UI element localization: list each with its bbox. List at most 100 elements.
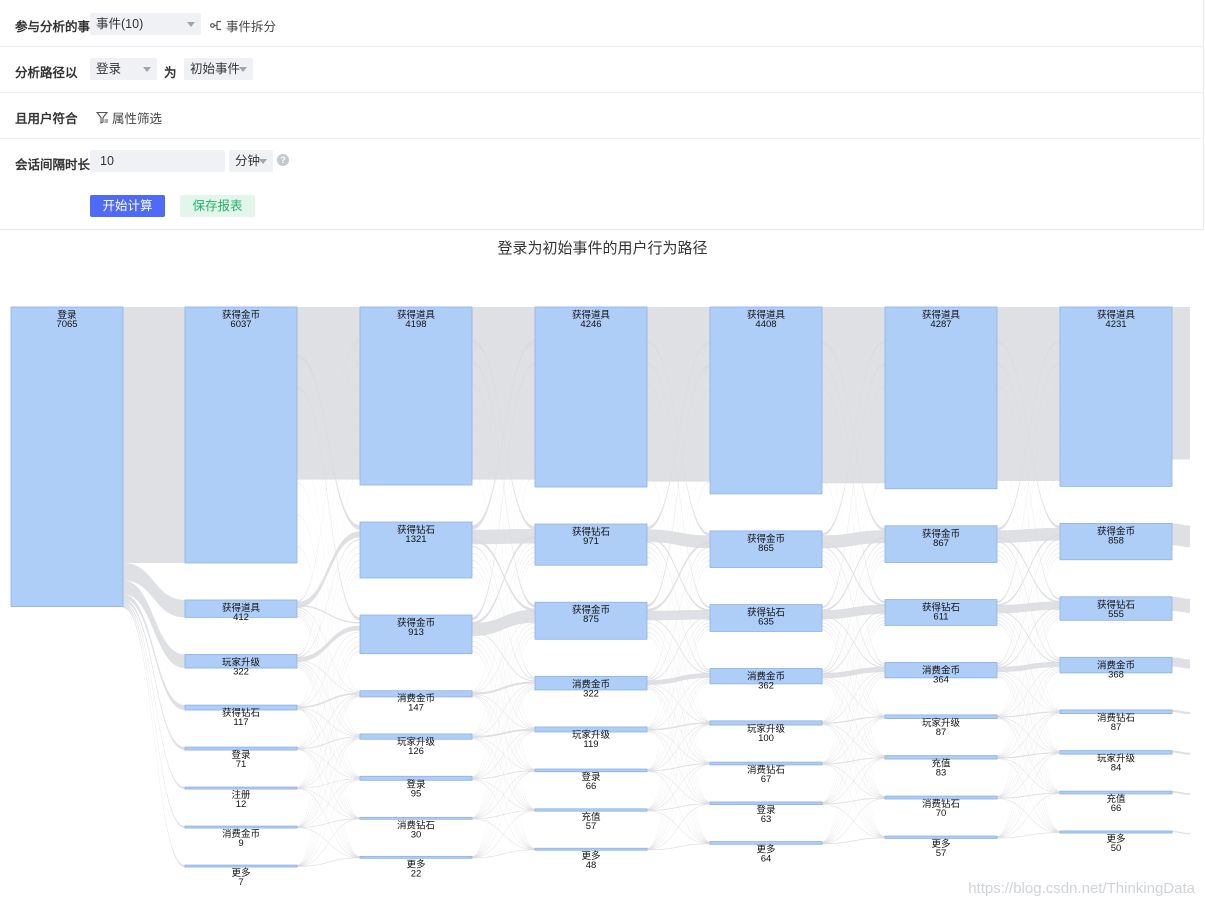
sankey-link[interactable] (472, 609, 535, 637)
sankey-link[interactable] (1172, 307, 1190, 460)
sankey-link[interactable] (297, 736, 360, 750)
sankey-link[interactable] (472, 551, 535, 778)
sankey-link[interactable] (1172, 657, 1190, 669)
sankey-link[interactable] (997, 452, 1060, 797)
sankey-node[interactable]: 玩家升级84 (1059, 750, 1173, 774)
sankey-link[interactable] (997, 612, 1060, 758)
sankey-link[interactable] (822, 758, 885, 844)
sankey-node[interactable]: 获得道具4231 (1059, 306, 1173, 487)
sankey-node[interactable]: 登录7065 (10, 306, 124, 607)
sankey-link[interactable] (997, 610, 1060, 664)
sankey-link[interactable] (297, 645, 360, 828)
sankey-node[interactable]: 获得金币867 (884, 525, 998, 563)
sankey-node[interactable]: 充值66 (1059, 790, 1173, 814)
sankey-link[interactable] (472, 681, 535, 695)
start-calculation-button[interactable]: 开始计算 (90, 195, 165, 217)
sankey-node[interactable]: 登录71 (184, 746, 298, 770)
sankey-node[interactable]: 获得钻石1321 (359, 521, 473, 579)
sankey-link[interactable] (997, 753, 1060, 838)
sankey-node[interactable]: 获得道具4287 (884, 306, 998, 490)
sankey-link[interactable] (997, 669, 1060, 798)
sankey-link[interactable] (822, 550, 885, 764)
sankey-link[interactable] (297, 553, 360, 749)
sankey-link[interactable] (997, 454, 1060, 792)
sankey-node[interactable]: 充值57 (534, 808, 648, 832)
sankey-link[interactable] (472, 693, 535, 730)
sankey-node[interactable]: 消费金币147 (359, 690, 473, 714)
sankey-node[interactable]: 消费钻石30 (359, 816, 473, 840)
sankey-node[interactable]: 更多22 (359, 855, 473, 879)
sankey-node[interactable]: 更多57 (884, 835, 998, 859)
sankey-link[interactable] (472, 688, 535, 858)
path-type-select[interactable]: 初始事件 (184, 58, 253, 80)
sankey-node[interactable]: 充值83 (884, 755, 998, 779)
sankey-link[interactable] (997, 615, 1060, 798)
sankey-link[interactable] (297, 451, 360, 827)
sankey-link[interactable] (647, 458, 710, 810)
sankey-link[interactable] (822, 551, 885, 717)
sankey-link[interactable] (472, 810, 535, 859)
sankey-link[interactable] (1172, 523, 1190, 548)
sankey-link[interactable] (647, 555, 710, 771)
sankey-node[interactable]: 获得道具4246 (534, 306, 648, 488)
sankey-node[interactable]: 获得钻石555 (1059, 596, 1173, 621)
sankey-link[interactable] (997, 606, 1060, 669)
sankey-node[interactable]: 登录95 (359, 775, 473, 799)
sankey-link[interactable] (472, 627, 535, 778)
sankey-node[interactable]: 更多48 (534, 847, 648, 871)
sankey-node[interactable]: 获得道具412 (184, 599, 298, 623)
sankey-node[interactable]: 玩家升级322 (184, 654, 298, 677)
sankey-link[interactable] (647, 622, 710, 771)
sankey-link[interactable] (647, 562, 710, 843)
sankey-link[interactable] (297, 531, 360, 609)
sankey-node[interactable]: 玩家升级87 (884, 714, 998, 738)
sankey-link[interactable] (997, 671, 1060, 838)
sankey-link[interactable] (822, 717, 885, 844)
sankey-node[interactable]: 玩家升级126 (359, 733, 473, 757)
sankey-node[interactable]: 获得道具4408 (709, 306, 823, 495)
sankey-link[interactable] (822, 307, 885, 484)
sankey-node[interactable]: 注册12 (184, 786, 298, 810)
sankey-link[interactable] (472, 849, 535, 859)
sankey-link[interactable] (123, 307, 185, 563)
sankey-link[interactable] (472, 307, 535, 480)
sankey-node[interactable]: 更多7 (184, 864, 298, 888)
sankey-link[interactable] (822, 620, 885, 804)
sankey-node[interactable]: 获得钻石117 (184, 704, 298, 728)
sankey-link[interactable] (997, 712, 1060, 799)
sankey-link[interactable] (1172, 596, 1190, 613)
sankey-link[interactable] (472, 738, 535, 850)
sankey-node[interactable]: 消费金币322 (534, 675, 648, 699)
sankey-link[interactable] (997, 534, 1060, 607)
sankey-node[interactable]: 获得钻石635 (709, 604, 823, 632)
sankey-node[interactable]: 更多50 (1059, 830, 1173, 854)
sankey-node[interactable]: 消费金币362 (709, 668, 823, 691)
sankey-link[interactable] (822, 616, 885, 764)
sankey-link[interactable] (472, 650, 535, 850)
sankey-link[interactable] (647, 622, 710, 723)
attribute-filter-link[interactable]: 属性筛选 (96, 108, 162, 127)
sankey-link[interactable] (997, 550, 1060, 752)
sankey-link[interactable] (647, 307, 710, 482)
sankey-link[interactable] (297, 560, 360, 788)
sankey-link[interactable] (123, 604, 185, 829)
sankey-link[interactable] (297, 473, 360, 866)
sankey-link[interactable] (647, 680, 710, 811)
sankey-link[interactable] (822, 610, 885, 675)
sankey-link[interactable] (297, 650, 360, 867)
sankey-link[interactable] (822, 674, 885, 804)
sankey-link[interactable] (647, 629, 710, 850)
sankey-link[interactable] (997, 547, 1060, 757)
sankey-node[interactable]: 玩家升级100 (709, 720, 823, 744)
sankey-link[interactable] (472, 728, 535, 738)
sankey-link[interactable] (822, 546, 885, 723)
sankey-link[interactable] (822, 454, 885, 803)
sankey-node[interactable]: 消费金币364 (884, 662, 998, 685)
sankey-link[interactable] (297, 707, 360, 737)
sankey-link[interactable] (472, 771, 535, 858)
sankey-link[interactable] (472, 538, 535, 612)
sankey-link[interactable] (647, 627, 710, 764)
sankey-link[interactable] (472, 428, 535, 770)
sankey-link[interactable] (297, 738, 360, 867)
sankey-node[interactable]: 获得金币858 (1059, 522, 1173, 561)
